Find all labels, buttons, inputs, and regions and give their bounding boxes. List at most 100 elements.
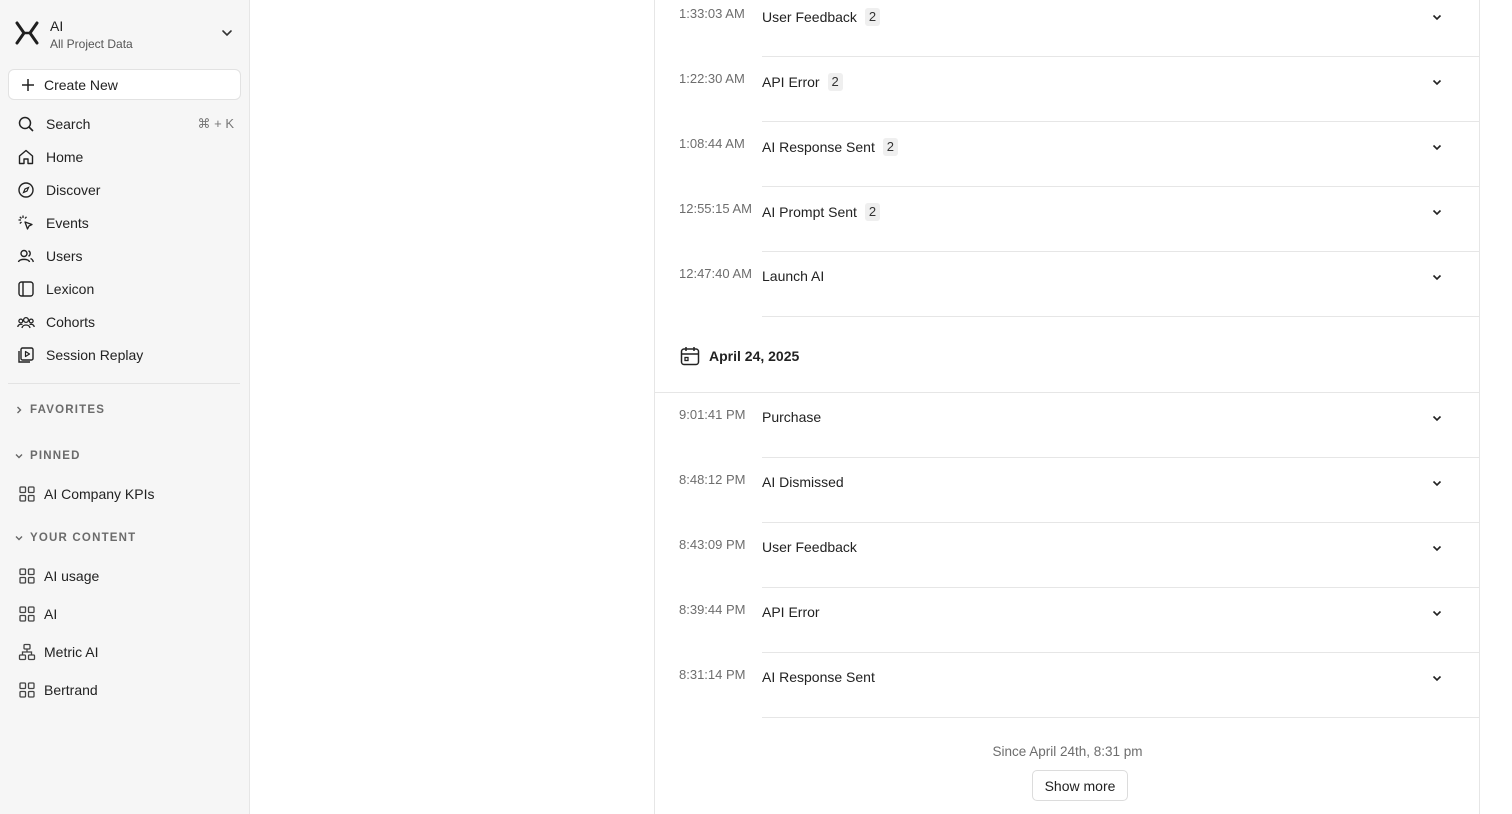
- nav-label: Lexicon: [46, 281, 95, 297]
- chevron-right-icon: [17, 406, 22, 414]
- nav-lexicon[interactable]: Lexicon: [16, 275, 238, 303]
- users-icon: [16, 246, 36, 266]
- chevron-down-icon[interactable]: [1430, 140, 1444, 154]
- home-icon: [16, 147, 36, 167]
- nav-label: Search: [46, 116, 91, 132]
- nav-users[interactable]: Users: [16, 242, 238, 270]
- item-label: AI usage: [44, 568, 100, 584]
- event-row[interactable]: 12:47:40 AM Launch AI: [655, 252, 1480, 317]
- event-time: 8:31:14 PM: [679, 667, 746, 682]
- sidebar: AI All Project Data Create New Search ⌘ …: [0, 0, 250, 814]
- event-label-wrap: AI Response Sent: [762, 669, 875, 685]
- chevron-down-icon[interactable]: [1430, 476, 1444, 490]
- event-label-wrap: AI Dismissed: [762, 474, 844, 490]
- event-count-badge: 2: [882, 138, 898, 156]
- pinned-item-ai-company-kpis[interactable]: AI Company KPIs: [18, 482, 155, 506]
- event-name: AI Prompt Sent: [762, 204, 857, 220]
- nav-cohorts[interactable]: Cohorts: [16, 308, 238, 336]
- event-row[interactable]: 1:08:44 AM AI Response Sent 2: [655, 122, 1480, 187]
- nav-discover[interactable]: Discover: [16, 176, 238, 204]
- event-row[interactable]: 1:22:30 AM API Error 2: [655, 57, 1480, 122]
- chevron-down-icon[interactable]: [1430, 411, 1444, 425]
- event-row[interactable]: 9:01:41 PM Purchase: [655, 393, 1480, 458]
- event-count-badge: 2: [864, 203, 880, 221]
- calendar-icon: [680, 347, 700, 366]
- chevron-down-icon: [15, 536, 23, 541]
- book-icon: [16, 279, 36, 299]
- event-count-badge: 2: [864, 8, 880, 26]
- project-subtitle: All Project Data: [50, 37, 133, 51]
- search-icon: [16, 114, 36, 134]
- event-time: 12:55:15 AM: [679, 201, 752, 216]
- board-icon: [19, 606, 35, 622]
- content-item-bertrand[interactable]: Bertrand: [18, 678, 98, 702]
- event-name: AI Response Sent: [762, 139, 875, 155]
- since-label: Since April 24th, 8:31 pm: [992, 744, 1143, 759]
- plus-icon: [22, 78, 34, 91]
- nav-label: Cohorts: [46, 314, 96, 330]
- event-name: Launch AI: [762, 268, 825, 284]
- item-label: Metric AI: [44, 644, 99, 660]
- main-content: 1:33:03 AM User Feedback 2 1:22:30 AM API…: [250, 0, 1512, 814]
- event-name: User Feedback: [762, 539, 857, 555]
- nav-label: Session Replay: [46, 347, 144, 363]
- event-time: 1:33:03 AM: [679, 6, 745, 21]
- event-label-wrap: Launch AI: [762, 268, 824, 284]
- date-header: April 24, 2025: [679, 345, 799, 367]
- chevron-down-icon[interactable]: [1430, 10, 1444, 24]
- search-shortcut: ⌘ + K: [197, 116, 235, 131]
- chevron-down-icon[interactable]: [1430, 75, 1444, 89]
- event-time: 1:08:44 AM: [679, 136, 745, 151]
- chevron-down-icon: [222, 30, 232, 37]
- event-name: AI Dismissed: [762, 474, 844, 490]
- event-count-badge: 2: [827, 73, 843, 91]
- nav-home[interactable]: Home: [16, 143, 238, 171]
- event-time: 1:22:30 AM: [679, 71, 745, 86]
- content-item-metric-ai[interactable]: Metric AI: [18, 640, 98, 664]
- nav-search[interactable]: Search ⌘ + K: [16, 110, 238, 138]
- click-icon: [16, 213, 36, 233]
- chevron-down-icon[interactable]: [1430, 541, 1444, 555]
- event-row[interactable]: 8:43:09 PM User Feedback: [655, 523, 1480, 588]
- event-name: User Feedback: [762, 9, 857, 25]
- event-row[interactable]: 8:48:12 PM AI Dismissed: [655, 458, 1480, 523]
- section-favorites[interactable]: FAVORITES: [14, 401, 105, 419]
- project-switcher[interactable]: AI All Project Data: [14, 16, 240, 54]
- board-icon: [19, 486, 35, 502]
- chevron-down-icon[interactable]: [1430, 205, 1444, 219]
- item-label: Bertrand: [44, 682, 98, 698]
- chevron-down-icon[interactable]: [1430, 671, 1444, 685]
- nav-events[interactable]: Events: [16, 209, 238, 237]
- event-time: 12:47:40 AM: [679, 266, 752, 281]
- content-item-ai[interactable]: AI: [18, 602, 57, 626]
- create-new-button[interactable]: Create New: [8, 69, 241, 100]
- row-divider: [762, 316, 1480, 317]
- chevron-down-icon[interactable]: [1430, 606, 1444, 620]
- event-time: 9:01:41 PM: [679, 407, 746, 422]
- event-label-wrap: Purchase: [762, 409, 821, 425]
- chevron-down-icon[interactable]: [1430, 270, 1444, 284]
- event-row[interactable]: 8:31:14 PM AI Response Sent: [655, 653, 1480, 718]
- event-row[interactable]: 8:39:44 PM API Error: [655, 588, 1480, 653]
- project-name: AI: [50, 18, 64, 34]
- item-label: AI Company KPIs: [44, 486, 155, 502]
- event-label-wrap: AI Response Sent 2: [762, 138, 898, 156]
- event-row[interactable]: 12:55:15 AM AI Prompt Sent 2: [655, 187, 1480, 252]
- show-more-button[interactable]: Show more: [1032, 770, 1128, 801]
- item-label: AI: [44, 606, 58, 622]
- nav-label: Users: [46, 248, 83, 264]
- section-pinned[interactable]: PINNED: [14, 447, 81, 465]
- event-name: Purchase: [762, 409, 822, 425]
- content-item-ai-usage[interactable]: AI usage: [18, 564, 99, 588]
- date-header-label: April 24, 2025: [709, 348, 800, 364]
- event-row[interactable]: 1:33:03 AM User Feedback 2: [655, 0, 1480, 57]
- section-label: FAVORITES: [30, 404, 106, 416]
- section-your-content[interactable]: YOUR CONTENT: [14, 529, 136, 547]
- nav-session-replay[interactable]: Session Replay: [16, 341, 238, 369]
- metric-tree-icon: [18, 643, 36, 661]
- mixpanel-logo-icon: [15, 21, 39, 45]
- event-label-wrap: AI Prompt Sent 2: [762, 203, 880, 221]
- section-label: PINNED: [30, 450, 81, 462]
- event-label-wrap: API Error 2: [762, 73, 843, 91]
- row-divider: [762, 717, 1480, 718]
